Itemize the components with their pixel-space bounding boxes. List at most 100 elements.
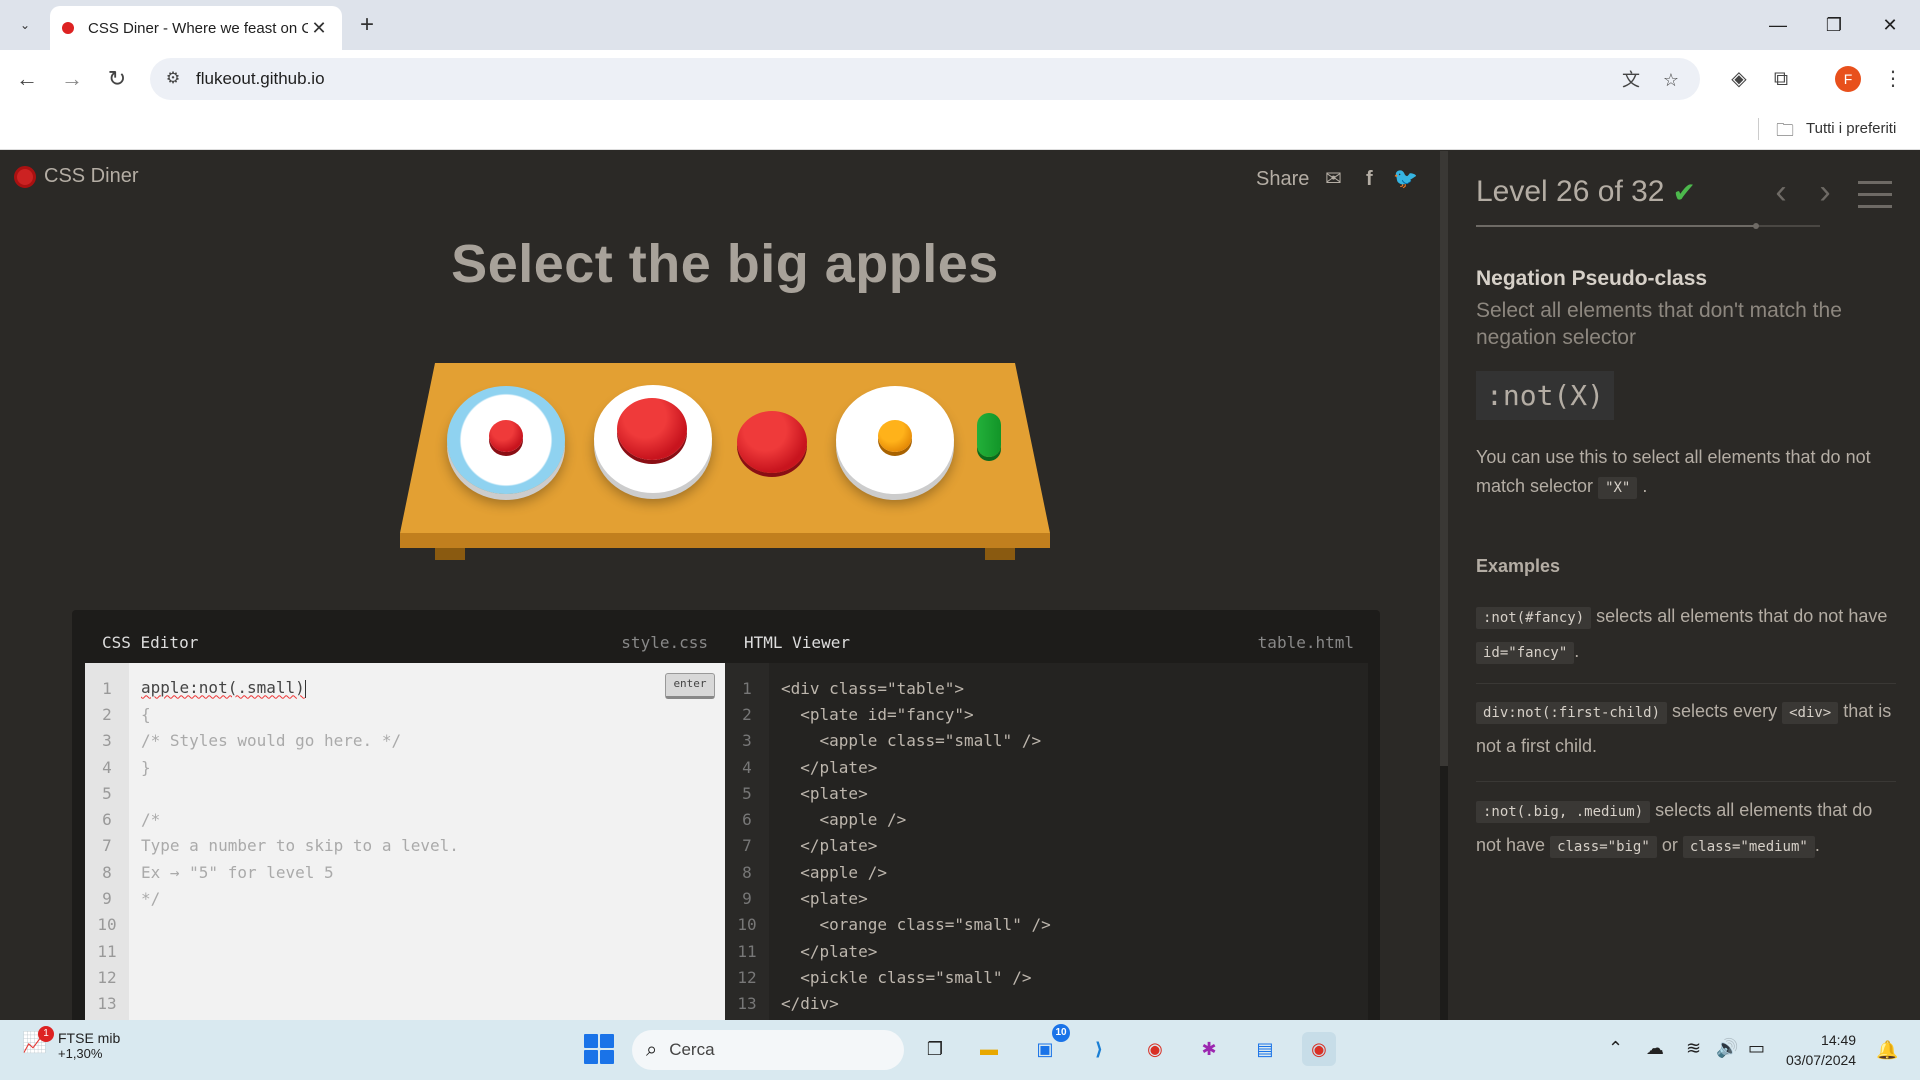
tab-search-chevron-icon[interactable]: ⌄ bbox=[10, 10, 40, 40]
address-bar[interactable]: ⚙ flukeout.github.io 文 ☆ bbox=[150, 58, 1700, 100]
taskbar-search[interactable]: ⌕ Cerca bbox=[632, 1030, 904, 1070]
example-tail: . bbox=[1574, 641, 1580, 661]
profile-avatar[interactable]: F bbox=[1835, 66, 1861, 92]
windows-taskbar: 📈 1 FTSE mib +1,30% ⌕ Cerca ❐ ▬ ▣ 10 ⟩ ◉ ✱… bbox=[0, 1020, 1920, 1080]
text-caret bbox=[304, 679, 306, 698]
system-clock[interactable]: 14:49 03/07/2024 bbox=[1786, 1030, 1856, 1070]
restore-button[interactable]: ❐ bbox=[1814, 10, 1854, 40]
selector-title: Select all elements that don't match the… bbox=[1476, 299, 1842, 349]
small-pickle[interactable] bbox=[977, 413, 1001, 457]
html-viewer: 1 <div class="table"> 2 <plate id="fancy"… bbox=[725, 663, 1368, 1020]
code-line[interactable]: 8 <apple /> bbox=[725, 859, 1368, 885]
battery-icon[interactable]: ▭ bbox=[1748, 1038, 1765, 1059]
notepad-icon[interactable]: ▤ bbox=[1248, 1032, 1282, 1066]
forward-button[interactable]: → bbox=[55, 62, 89, 96]
code-line[interactable]: 10 <orange class="small" /> bbox=[725, 912, 1368, 938]
code-text: <plate id="fancy"> bbox=[781, 704, 974, 724]
html-viewer-header: HTML Viewer table.html bbox=[744, 624, 1354, 660]
code-line[interactable]: 4 </plate> bbox=[725, 754, 1368, 780]
share-label: Share bbox=[1256, 167, 1310, 190]
code-line[interactable]: 12 <pickle class="small" /> bbox=[725, 964, 1368, 990]
start-menu-icon[interactable] bbox=[584, 1034, 614, 1064]
line-number: 8 bbox=[102, 862, 112, 882]
folder-icon[interactable]: 🗀 bbox=[1776, 118, 1794, 148]
chrome-profile-icon[interactable]: ◉ bbox=[1302, 1032, 1336, 1066]
code-text: Type a number to skip to a level. bbox=[141, 836, 459, 856]
stock-widget[interactable]: 📈 1 FTSE mib +1,30% bbox=[22, 1026, 120, 1061]
editor-panel: CSS Editor style.css HTML Viewer table.h… bbox=[72, 610, 1380, 1020]
code-line[interactable]: 3 <apple class="small" /> bbox=[725, 728, 1368, 754]
favicon-icon bbox=[62, 22, 74, 34]
game-area: CSS Diner Share ✉ f 🐦 Select the big app… bbox=[0, 151, 1440, 1020]
css-input-line[interactable]: apple:not(.small) bbox=[129, 678, 306, 698]
css-selector-input[interactable]: apple:not(.small) bbox=[141, 678, 305, 697]
facebook-icon[interactable]: f bbox=[1357, 167, 1381, 191]
translate-icon[interactable]: 文 bbox=[1618, 67, 1644, 93]
code-text: <pickle class="small" /> bbox=[781, 967, 1032, 987]
code-line[interactable]: 13 </div> bbox=[725, 991, 1368, 1017]
tab-close-icon[interactable]: ✕ bbox=[308, 18, 330, 39]
code-line[interactable]: 9 <plate> bbox=[725, 885, 1368, 911]
code-line[interactable]: 1 <div class="table"> bbox=[725, 675, 1368, 701]
level-progress-marker bbox=[1752, 223, 1759, 229]
slack-icon[interactable]: ✱ bbox=[1192, 1032, 1226, 1066]
stock-change: +1,30% bbox=[58, 1046, 103, 1061]
menu-icon[interactable] bbox=[1858, 181, 1892, 217]
chrome-icon[interactable]: ◉ bbox=[1138, 1032, 1172, 1066]
small-apple[interactable] bbox=[489, 420, 523, 452]
code-line[interactable]: 2 <plate id="fancy"> bbox=[725, 701, 1368, 727]
level-header: Level 26 of 32 ✔ bbox=[1476, 175, 1696, 209]
twitter-icon[interactable]: 🐦 bbox=[1393, 167, 1418, 191]
code-line[interactable]: 5 <plate> bbox=[725, 780, 1368, 806]
dining-table bbox=[395, 363, 1055, 563]
extension-app-icon[interactable]: ◈ bbox=[1722, 62, 1756, 96]
browser-menu-icon[interactable]: ⋮ bbox=[1876, 62, 1910, 96]
small-orange[interactable] bbox=[878, 420, 912, 452]
code-line: 2{ bbox=[85, 701, 725, 727]
line-number: 1 bbox=[102, 678, 112, 698]
url-text[interactable]: flukeout.github.io bbox=[196, 69, 325, 89]
back-button[interactable]: ← bbox=[10, 62, 44, 96]
reload-button[interactable]: ↻ bbox=[100, 62, 134, 96]
enter-button[interactable]: enter bbox=[665, 673, 715, 699]
css-editor[interactable]: 1 apple:not(.small) 2{ 3/* Styles would g… bbox=[85, 663, 725, 1020]
teams-icon[interactable]: ▣ 10 bbox=[1028, 1024, 1070, 1066]
previous-level-icon[interactable]: ‹ bbox=[1766, 173, 1796, 212]
volume-icon[interactable]: 🔊 bbox=[1716, 1038, 1738, 1059]
code-text: Ex → "5" for level 5 bbox=[141, 862, 334, 882]
code-text: <plate> bbox=[781, 889, 868, 909]
big-apple[interactable] bbox=[617, 398, 687, 460]
extensions-puzzle-icon[interactable]: ⧉ bbox=[1764, 62, 1798, 96]
level-progress-fill bbox=[1476, 225, 1756, 227]
code-line[interactable]: 6 <apple /> bbox=[725, 806, 1368, 832]
big-apple[interactable] bbox=[737, 411, 807, 473]
wifi-icon[interactable]: ≋ bbox=[1686, 1038, 1701, 1059]
line-number: 2 bbox=[102, 704, 112, 724]
new-tab-button[interactable]: + bbox=[352, 10, 382, 40]
line-number: 12 bbox=[97, 967, 117, 987]
example-tail: . bbox=[1814, 835, 1820, 855]
next-level-icon[interactable]: › bbox=[1810, 173, 1840, 212]
page-content: CSS Diner Share ✉ f 🐦 Select the big app… bbox=[0, 151, 1920, 1020]
bookmark-star-icon[interactable]: ☆ bbox=[1658, 67, 1684, 93]
code-line[interactable]: 11 </plate> bbox=[725, 938, 1368, 964]
logo[interactable]: CSS Diner bbox=[14, 165, 138, 188]
tray-overflow-icon[interactable]: ⌃ bbox=[1608, 1038, 1623, 1059]
email-icon[interactable]: ✉ bbox=[1321, 167, 1345, 191]
notification-bell-icon[interactable]: 🔔 bbox=[1876, 1040, 1898, 1061]
code-line[interactable]: 7 </plate> bbox=[725, 833, 1368, 859]
share-bar: Share ✉ f 🐦 bbox=[1256, 167, 1418, 191]
minimize-button[interactable]: — bbox=[1758, 10, 1798, 40]
line-number: 13 bbox=[97, 994, 117, 1014]
browser-tab[interactable]: CSS Diner - Where we feast on CSS Select… bbox=[50, 6, 342, 50]
all-bookmarks-link[interactable]: Tutti i preferiti bbox=[1806, 120, 1896, 137]
site-info-icon[interactable]: ⚙ bbox=[162, 68, 184, 90]
scrollbar-thumb[interactable] bbox=[1440, 151, 1448, 766]
css-code: 1 apple:not(.small) 2{ 3/* Styles would g… bbox=[85, 675, 725, 1017]
vscode-icon[interactable]: ⟩ bbox=[1082, 1032, 1116, 1066]
close-window-button[interactable]: ✕ bbox=[1870, 10, 1910, 40]
onedrive-icon[interactable]: ☁ bbox=[1646, 1038, 1664, 1059]
code-text: /* Styles would go here. */ bbox=[141, 731, 402, 751]
file-explorer-icon[interactable]: ▬ bbox=[972, 1032, 1006, 1066]
task-view-icon[interactable]: ❐ bbox=[918, 1032, 952, 1066]
